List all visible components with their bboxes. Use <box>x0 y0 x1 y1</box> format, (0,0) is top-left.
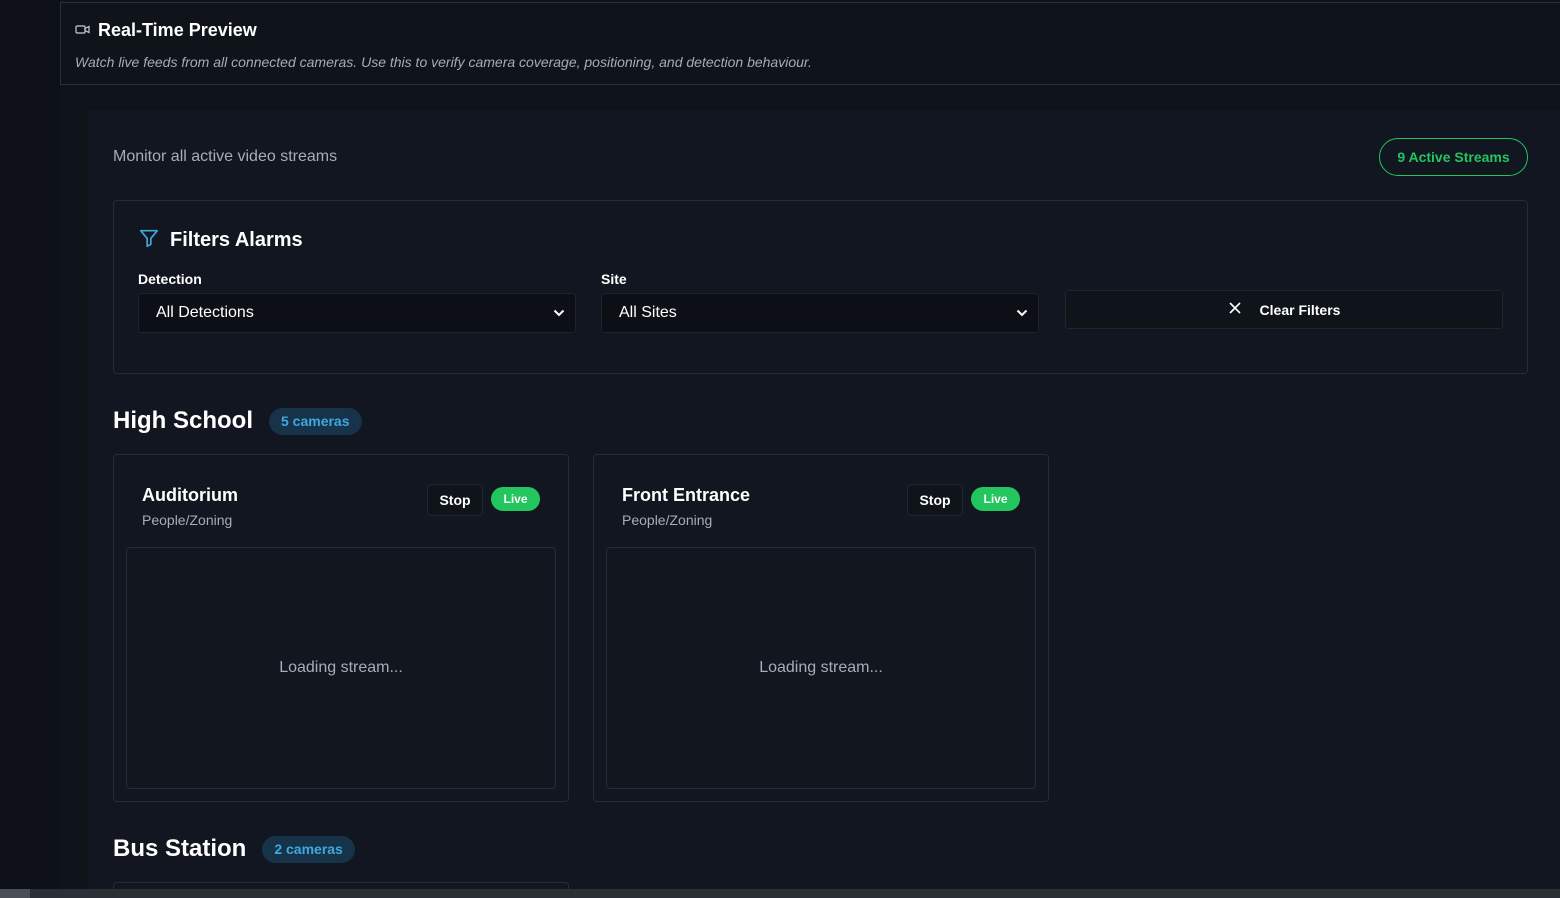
detection-select-value: All Detections <box>156 304 254 321</box>
detection-select[interactable]: All Detections <box>138 293 576 333</box>
stream-viewport[interactable]: Loading stream... <box>126 547 556 789</box>
site-label: Site <box>601 271 627 287</box>
header-title-row: Real-Time Preview <box>75 20 257 41</box>
camera-type: People/Zoning <box>142 512 233 528</box>
page-header: Real-Time Preview Watch live feeds from … <box>60 2 1560 85</box>
scrollbar-thumb[interactable] <box>0 889 30 898</box>
filter-icon <box>138 227 160 254</box>
filters-card: Filters Alarms Detection All Detections … <box>113 200 1528 374</box>
stop-button[interactable]: Stop <box>427 484 483 516</box>
stream-loading-text: Loading stream... <box>279 659 403 676</box>
camera-icon <box>75 22 90 40</box>
site-select[interactable]: All Sites <box>601 293 1039 333</box>
stop-button[interactable]: Stop <box>907 484 963 516</box>
app-root: Real-Time Preview Watch live feeds from … <box>0 0 1560 898</box>
horizontal-scrollbar[interactable] <box>0 889 1560 898</box>
group-header-bus-station: Bus Station 2 cameras <box>113 835 355 863</box>
clear-filters-button[interactable]: Clear Filters <box>1065 290 1503 329</box>
chevron-down-icon <box>553 304 565 322</box>
filters-title: Filters Alarms <box>170 229 303 251</box>
live-status-badge: Live <box>491 487 540 511</box>
filters-header: Filters Alarms <box>138 227 303 254</box>
camera-type: People/Zoning <box>622 512 713 528</box>
group-title: High School <box>113 407 253 434</box>
camera-name: Auditorium <box>142 485 238 505</box>
camera-name: Front Entrance <box>622 485 751 505</box>
camera-card-front-entrance: Front Entrance People/Zoning Stop Live L… <box>593 454 1049 802</box>
stream-viewport[interactable]: Loading stream... <box>606 547 1036 789</box>
camera-card-auditorium: Auditorium People/Zoning Stop Live Loadi… <box>113 454 569 802</box>
chevron-down-icon <box>1016 304 1028 322</box>
stream-loading-text: Loading stream... <box>759 659 883 676</box>
close-icon <box>1228 301 1242 318</box>
page-subtitle: Watch live feeds from all connected came… <box>75 54 812 70</box>
group-header-high-school: High School 5 cameras <box>113 407 362 435</box>
clear-filters-label: Clear Filters <box>1259 301 1341 318</box>
group-title: Bus Station <box>113 835 247 862</box>
main-panel: Monitor all active video streams 9 Activ… <box>88 110 1560 898</box>
site-select-value: All Sites <box>619 304 677 321</box>
left-rail <box>0 0 60 898</box>
detection-label: Detection <box>138 271 202 287</box>
active-streams-badge: 9 Active Streams <box>1379 138 1528 176</box>
monitor-description: Monitor all active video streams <box>113 148 338 165</box>
live-status-badge: Live <box>971 487 1020 511</box>
page-title: Real-Time Preview <box>98 20 257 40</box>
camera-count-badge: 2 cameras <box>262 835 355 863</box>
camera-count-badge: 5 cameras <box>269 407 362 435</box>
